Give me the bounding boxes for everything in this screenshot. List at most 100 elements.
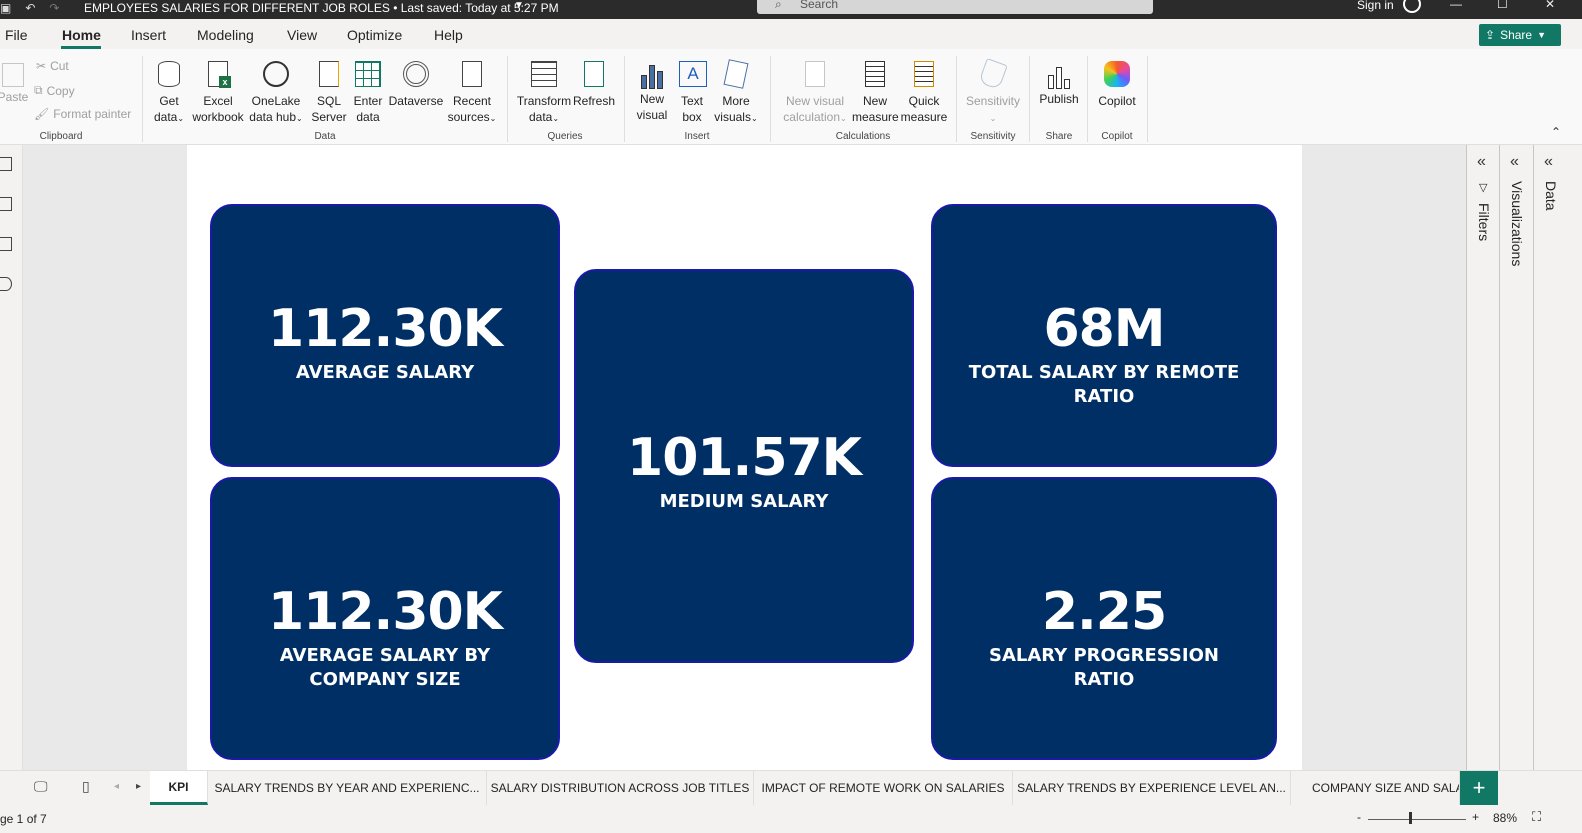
zoom-in-icon[interactable]: + — [1472, 810, 1479, 824]
chevron-down-icon: ⌄ — [296, 114, 303, 123]
new-visual-label-2: visual — [636, 108, 668, 122]
kpi-card-salary-progression[interactable]: 2.25 SALARY PROGRESSION RATIO — [931, 477, 1277, 760]
dataverse-button[interactable]: Dataverse — [388, 59, 444, 109]
kpi-card-total-salary-remote[interactable]: 68M TOTAL SALARY BY REMOTE RATIO — [931, 204, 1277, 467]
get-data-label-2: data — [153, 110, 178, 124]
dax-query-view-icon[interactable] — [0, 277, 12, 291]
next-page-icon[interactable]: ▸ — [136, 781, 141, 792]
new-visual-calculation-button: New visual calculation⌄ — [778, 59, 852, 127]
expand-visualizations-icon[interactable]: « — [1510, 153, 1519, 171]
more-visuals-button[interactable]: More visuals⌄ — [712, 59, 760, 127]
sql-label-2: Server — [311, 110, 347, 124]
menu-view[interactable]: View — [287, 27, 317, 43]
tab-salary-trends-experience[interactable]: SALARY TRENDS BY EXPERIENCE LEVEL AN... — [1013, 771, 1291, 805]
zoom-out-icon[interactable]: - — [1357, 810, 1361, 824]
maximize-icon[interactable]: ☐ — [1497, 0, 1508, 11]
model-view-icon[interactable] — [0, 237, 12, 251]
chevron-down-icon: ⌄ — [750, 114, 758, 123]
mobile-layout-icon[interactable]: ▯ — [82, 778, 90, 795]
database-icon — [156, 61, 182, 91]
redo-icon[interactable]: ↷ — [49, 1, 59, 15]
sql-server-button[interactable]: SQL Server — [309, 59, 349, 125]
collapse-ribbon-icon[interactable]: ⌃ — [1551, 125, 1561, 139]
share-button[interactable]: ⇪ Share ▼ — [1479, 24, 1561, 46]
copilot-button[interactable]: Copilot — [1094, 59, 1140, 109]
table-icon — [355, 61, 381, 91]
quick-measure-button[interactable]: Quick measure — [900, 59, 948, 125]
data-pane[interactable]: « Data — [1533, 145, 1582, 770]
sign-in-link[interactable]: Sign in — [1357, 0, 1394, 12]
group-separator — [770, 56, 771, 142]
expand-filters-icon[interactable]: « — [1477, 153, 1486, 171]
menu-help[interactable]: Help — [434, 27, 463, 43]
paste-button[interactable]: Paste — [0, 61, 30, 105]
paste-icon — [2, 63, 24, 87]
kpi-value: 101.57K — [627, 428, 862, 488]
group-separator — [142, 56, 143, 142]
report-view-icon[interactable] — [0, 157, 12, 171]
expand-data-icon[interactable]: « — [1544, 153, 1553, 171]
get-data-button[interactable]: Get data⌄ — [148, 59, 190, 127]
excel-workbook-button[interactable]: Excel workbook — [191, 59, 245, 125]
kpi-card-average-salary-company-size[interactable]: 112.30K AVERAGE SALARY BY COMPANY SIZE — [210, 477, 560, 760]
filters-pane[interactable]: « ▽ Filters — [1466, 145, 1499, 770]
menu-optimize[interactable]: Optimize — [347, 27, 402, 43]
kpi-card-average-salary[interactable]: 112.30K AVERAGE SALARY — [210, 204, 560, 467]
new-visual-button[interactable]: New visual — [632, 59, 672, 123]
zoom-slider[interactable] — [1368, 819, 1466, 820]
more-visuals-label-2: visuals — [714, 110, 751, 124]
cut-button[interactable]: ✂ Cut — [36, 59, 69, 73]
calculations-group-label: Calculations — [835, 131, 891, 142]
minimize-icon[interactable]: — — [1450, 0, 1462, 11]
group-separator — [1147, 56, 1148, 142]
visualizations-pane[interactable]: « Visualizations — [1499, 145, 1533, 770]
fit-to-page-icon[interactable]: ⛶ — [1532, 809, 1541, 825]
copy-button[interactable]: ⧉ Copy — [34, 83, 75, 98]
zoom-level: 88% — [1493, 811, 1518, 825]
menu-home[interactable]: Home — [62, 27, 101, 43]
tab-salary-distribution[interactable]: SALARY DISTRIBUTION ACROSS JOB TITLES — [487, 771, 754, 805]
kpi-label: MEDIUM SALARY — [659, 491, 829, 512]
prev-page-icon[interactable]: ◂ — [114, 781, 119, 792]
search-icon: ⌕ — [775, 0, 782, 11]
new-measure-label-2: measure — [852, 110, 899, 124]
transform-icon — [531, 61, 557, 91]
table-view-icon[interactable] — [0, 197, 12, 211]
data-group-label: Data — [314, 131, 336, 142]
publish-button[interactable]: Publish — [1036, 59, 1082, 107]
refresh-button[interactable]: Refresh — [573, 59, 615, 109]
menu-file[interactable]: File — [5, 27, 28, 43]
page-tabs: 🖵 ▯ ◂ ▸ KPI SALARY TRENDS BY YEAR AND EX… — [0, 770, 1582, 807]
excel-icon — [205, 61, 231, 91]
format-painter-button[interactable]: 🖌 Format painter — [34, 107, 131, 121]
group-separator — [507, 56, 508, 142]
tab-kpi[interactable]: KPI — [150, 771, 208, 805]
menu-insert[interactable]: Insert — [131, 27, 166, 43]
undo-icon[interactable]: ↶ — [25, 1, 35, 15]
recent-label-1: Recent — [452, 94, 492, 108]
add-page-button[interactable]: + — [1460, 771, 1498, 805]
tab-remote-work[interactable]: IMPACT OF REMOTE WORK ON SALARIES — [754, 771, 1013, 805]
menu-modeling[interactable]: Modeling — [197, 27, 254, 43]
close-icon[interactable]: ✕ — [1545, 0, 1555, 11]
transform-data-button[interactable]: Transform data⌄ — [515, 59, 573, 127]
menu-bar: File Home Insert Modeling View Optimize … — [0, 19, 1582, 49]
search-box[interactable]: ⌕ Search — [757, 0, 1153, 14]
enter-data-button[interactable]: Enter data — [351, 59, 385, 125]
tab-salary-trends-year[interactable]: SALARY TRENDS BY YEAR AND EXPERIENC... — [208, 771, 487, 805]
enter-label-2: data — [356, 110, 380, 124]
excel-label-1: Excel — [203, 94, 233, 108]
text-box-button[interactable]: A Text box — [674, 59, 710, 125]
avatar-icon[interactable] — [1403, 0, 1421, 13]
search-placeholder: Search — [800, 0, 839, 11]
zoom-slider-thumb[interactable] — [1409, 812, 1412, 824]
tab-company-size[interactable]: COMPANY SIZE AND SALAR — [1291, 771, 1460, 805]
title-dropdown-icon[interactable]: ▼ — [514, 0, 524, 11]
desktop-layout-icon[interactable]: 🖵 — [34, 778, 48, 795]
recent-sources-button[interactable]: Recent sources⌄ — [446, 59, 498, 127]
kpi-label: AVERAGE SALARY BY COMPANY SIZE — [279, 645, 491, 690]
new-measure-button[interactable]: New measure — [852, 59, 899, 125]
kpi-card-medium-salary[interactable]: 101.57K MEDIUM SALARY — [574, 269, 914, 663]
insert-group-label: Insert — [684, 131, 710, 142]
onelake-button[interactable]: OneLake data hub⌄ — [248, 59, 304, 127]
